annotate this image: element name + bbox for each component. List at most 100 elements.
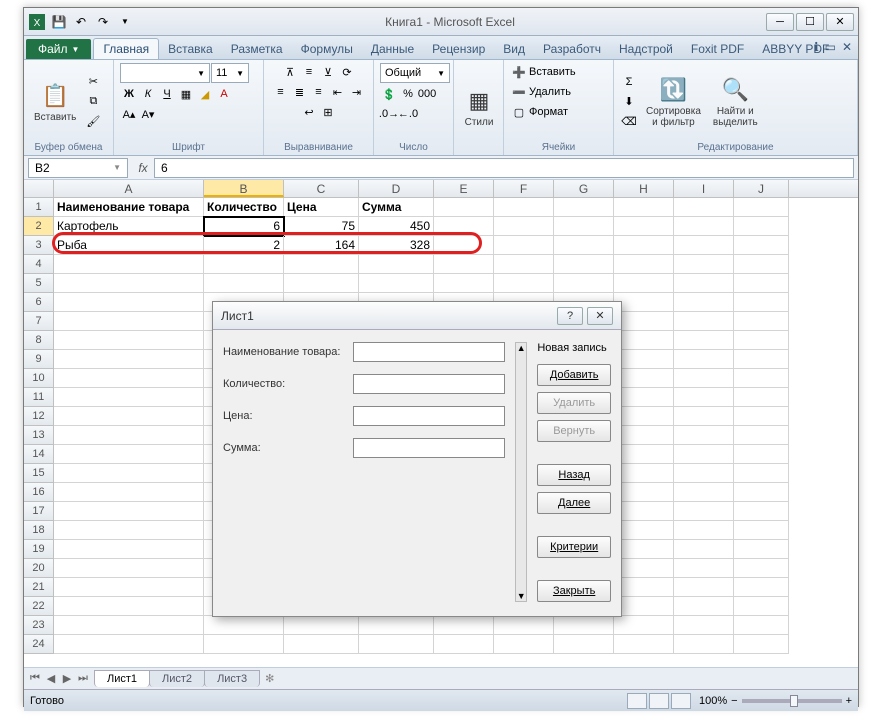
col-header-J[interactable]: J	[734, 180, 789, 197]
cell-G3[interactable]	[554, 236, 614, 255]
format-cells-button[interactable]: ▢Формат	[510, 103, 568, 121]
cell-D23[interactable]	[359, 616, 434, 635]
col-header-G[interactable]: G	[554, 180, 614, 197]
cell-I1[interactable]	[674, 198, 734, 217]
cell-J12[interactable]	[734, 407, 789, 426]
cell-B3[interactable]: 2	[204, 236, 284, 255]
fx-icon[interactable]: fx	[132, 161, 154, 175]
indent-decrease-icon[interactable]: ⇤	[329, 83, 347, 101]
row-header-21[interactable]: 21	[24, 578, 54, 597]
row-header-13[interactable]: 13	[24, 426, 54, 445]
select-all-corner[interactable]	[24, 180, 54, 197]
cell-A19[interactable]	[54, 540, 204, 559]
dialog-help-button[interactable]: ?	[557, 307, 583, 325]
cell-H14[interactable]	[614, 445, 674, 464]
col-header-I[interactable]: I	[674, 180, 734, 197]
undo-icon[interactable]: ↶	[72, 13, 90, 31]
cell-J17[interactable]	[734, 502, 789, 521]
tab-home[interactable]: Главная	[93, 38, 159, 59]
cell-I2[interactable]	[674, 217, 734, 236]
cell-D1[interactable]: Сумма	[359, 198, 434, 217]
field-input-sum[interactable]	[353, 438, 505, 458]
prev-button[interactable]: Назад	[537, 464, 611, 486]
cell-A5[interactable]	[54, 274, 204, 293]
cell-I21[interactable]	[674, 578, 734, 597]
cell-E1[interactable]	[434, 198, 494, 217]
cell-H16[interactable]	[614, 483, 674, 502]
grow-font-icon[interactable]: A▴	[120, 105, 138, 123]
cell-F23[interactable]	[494, 616, 554, 635]
zoom-slider[interactable]	[742, 699, 842, 703]
cell-B4[interactable]	[204, 255, 284, 274]
cell-A23[interactable]	[54, 616, 204, 635]
cell-F1[interactable]	[494, 198, 554, 217]
delete-button[interactable]: Удалить	[537, 392, 611, 414]
cell-F4[interactable]	[494, 255, 554, 274]
font-color-icon[interactable]: A	[215, 85, 233, 103]
shrink-font-icon[interactable]: A▾	[139, 105, 157, 123]
align-center-icon[interactable]: ≣	[291, 83, 309, 101]
cell-A16[interactable]	[54, 483, 204, 502]
cell-I14[interactable]	[674, 445, 734, 464]
tab-addins[interactable]: Надстрой	[610, 39, 682, 59]
cell-H3[interactable]	[614, 236, 674, 255]
cell-H20[interactable]	[614, 559, 674, 578]
cell-H17[interactable]	[614, 502, 674, 521]
cell-F2[interactable]	[494, 217, 554, 236]
font-size-combo[interactable]: 11▼	[211, 63, 249, 83]
zoom-out-button[interactable]: −	[731, 695, 737, 707]
cell-E5[interactable]	[434, 274, 494, 293]
row-header-17[interactable]: 17	[24, 502, 54, 521]
page-layout-view-button[interactable]	[649, 693, 669, 709]
ribbon-minimize-icon[interactable]: ▭	[825, 40, 836, 54]
sheet-tab-1[interactable]: Лист1	[94, 670, 150, 687]
row-header-15[interactable]: 15	[24, 464, 54, 483]
cell-J3[interactable]	[734, 236, 789, 255]
cell-H24[interactable]	[614, 635, 674, 654]
cell-I15[interactable]	[674, 464, 734, 483]
cell-C5[interactable]	[284, 274, 359, 293]
row-header-9[interactable]: 9	[24, 350, 54, 369]
col-header-B[interactable]: B	[204, 180, 284, 197]
cell-A2[interactable]: Картофель	[54, 217, 204, 236]
cell-J6[interactable]	[734, 293, 789, 312]
col-header-A[interactable]: A	[54, 180, 204, 197]
cell-A8[interactable]	[54, 331, 204, 350]
qat-dropdown-icon[interactable]: ▼	[116, 13, 134, 31]
merge-icon[interactable]: ⊞	[319, 103, 337, 121]
format-painter-icon[interactable]: 🖌	[84, 113, 102, 131]
autosum-icon[interactable]: Σ	[620, 73, 638, 91]
cell-E23[interactable]	[434, 616, 494, 635]
dialog-close-button[interactable]: ✕	[587, 307, 613, 325]
close-button[interactable]: ✕	[826, 13, 854, 31]
tab-formulas[interactable]: Формулы	[292, 39, 362, 59]
cell-D5[interactable]	[359, 274, 434, 293]
cell-I8[interactable]	[674, 331, 734, 350]
sheet-nav-last-icon[interactable]: ⏭	[76, 672, 90, 685]
cell-H15[interactable]	[614, 464, 674, 483]
zoom-in-button[interactable]: +	[846, 695, 852, 707]
cell-D2[interactable]: 450	[359, 217, 434, 236]
cell-H8[interactable]	[614, 331, 674, 350]
cell-G2[interactable]	[554, 217, 614, 236]
redo-icon[interactable]: ↷	[94, 13, 112, 31]
cell-I4[interactable]	[674, 255, 734, 274]
cell-H2[interactable]	[614, 217, 674, 236]
minimize-button[interactable]: ─	[766, 13, 794, 31]
cell-H18[interactable]	[614, 521, 674, 540]
align-bottom-icon[interactable]: ⊻	[319, 63, 337, 81]
cell-J14[interactable]	[734, 445, 789, 464]
cell-A9[interactable]	[54, 350, 204, 369]
cell-F24[interactable]	[494, 635, 554, 654]
zoom-level[interactable]: 100%	[699, 695, 727, 707]
sort-filter-button[interactable]: 🔃 Сортировка и фильтр	[642, 73, 705, 130]
cell-H7[interactable]	[614, 312, 674, 331]
field-input-price[interactable]	[353, 406, 505, 426]
row-header-2[interactable]: 2	[24, 217, 54, 236]
cell-G1[interactable]	[554, 198, 614, 217]
cell-G4[interactable]	[554, 255, 614, 274]
row-header-1[interactable]: 1	[24, 198, 54, 217]
row-header-11[interactable]: 11	[24, 388, 54, 407]
cell-J13[interactable]	[734, 426, 789, 445]
row-header-18[interactable]: 18	[24, 521, 54, 540]
